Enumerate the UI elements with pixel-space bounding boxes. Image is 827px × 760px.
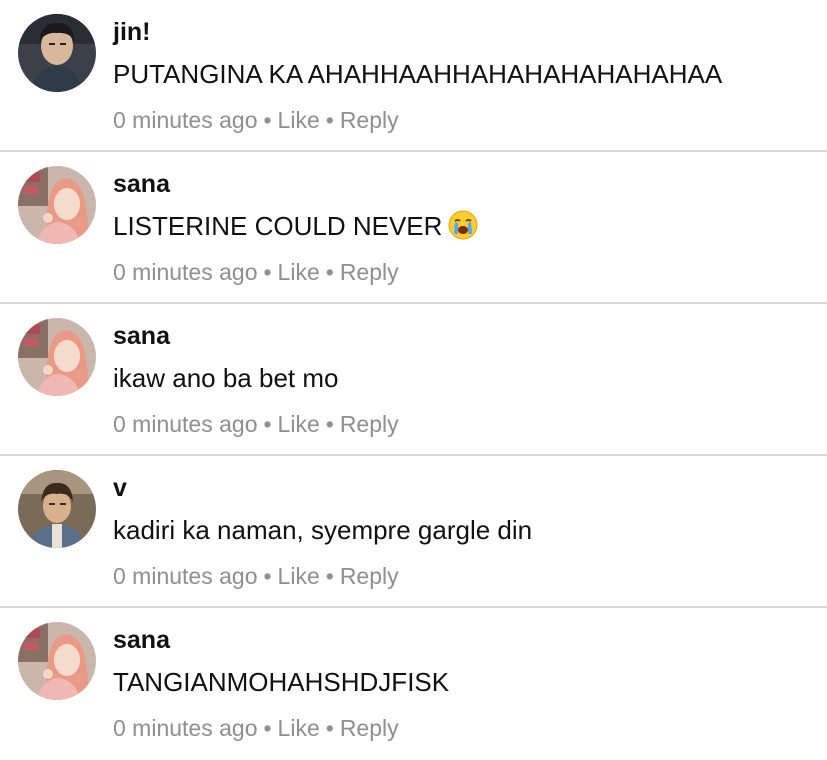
meta-separator: • <box>263 715 272 741</box>
comment-item: v kadiri ka naman, syempre gargle din 0 … <box>0 456 827 608</box>
meta-separator: • <box>263 411 272 437</box>
comment-list: jin! PUTANGINA KA AHAHHAAHHAHAHAHAHAHAHA… <box>0 0 827 760</box>
comment-text-content: LISTERINE COULD NEVER <box>113 211 443 241</box>
reply-link[interactable]: Reply <box>340 259 399 285</box>
comment-item: sana ikaw ano ba bet mo 0 minutes ago • Li… <box>0 304 827 456</box>
meta-separator: • <box>263 259 272 285</box>
reply-link[interactable]: Reply <box>340 563 399 589</box>
comment-timestamp: 0 minutes ago <box>113 107 258 133</box>
avatar-sana-image <box>18 318 96 396</box>
like-link[interactable]: Like <box>278 715 320 741</box>
comment-author[interactable]: sana <box>113 169 170 199</box>
reply-link[interactable]: Reply <box>340 411 399 437</box>
like-link[interactable]: Like <box>278 411 320 437</box>
like-link[interactable]: Like <box>278 259 320 285</box>
comment-timestamp: 0 minutes ago <box>113 259 258 285</box>
avatar-jin-image <box>18 14 96 92</box>
comment-timestamp: 0 minutes ago <box>113 715 258 741</box>
comment-text: kadiri ka naman, syempre gargle din <box>113 515 533 545</box>
meta-separator: • <box>325 107 334 133</box>
comment-meta: 0 minutes ago • Like • Reply <box>113 410 399 438</box>
comment-timestamp: 0 minutes ago <box>113 563 258 589</box>
meta-separator: • <box>325 411 334 437</box>
avatar-sana-image <box>18 622 96 700</box>
avatar[interactable] <box>18 318 96 396</box>
avatar[interactable] <box>18 166 96 244</box>
comment-author[interactable]: jin! <box>113 17 151 47</box>
like-link[interactable]: Like <box>278 107 320 133</box>
comment-author[interactable]: sana <box>113 625 170 655</box>
reply-link[interactable]: Reply <box>340 715 399 741</box>
meta-separator: • <box>325 715 334 741</box>
meta-separator: • <box>263 107 272 133</box>
comment-meta: 0 minutes ago • Like • Reply <box>113 258 399 286</box>
comment-text: TANGIANMOHAHSHDJFISK <box>113 667 450 697</box>
avatar[interactable] <box>18 622 96 700</box>
meta-separator: • <box>263 563 272 589</box>
loudly-crying-face-icon <box>448 210 478 247</box>
comment-meta: 0 minutes ago • Like • Reply <box>113 562 399 590</box>
comment-timestamp: 0 minutes ago <box>113 411 258 437</box>
avatar[interactable] <box>18 470 96 548</box>
avatar[interactable] <box>18 14 96 92</box>
comment-meta: 0 minutes ago • Like • Reply <box>113 106 399 134</box>
comment-author[interactable]: v <box>113 473 127 503</box>
comment-text: ikaw ano ba bet mo <box>113 363 339 393</box>
comment-item: jin! PUTANGINA KA AHAHHAAHHAHAHAHAHAHAHA… <box>0 0 827 152</box>
meta-separator: • <box>325 259 334 285</box>
avatar-v-image <box>18 470 96 548</box>
comment-item: sana LISTERINE COULD NEVER 0 minutes ago… <box>0 152 827 304</box>
like-link[interactable]: Like <box>278 563 320 589</box>
reply-link[interactable]: Reply <box>340 107 399 133</box>
avatar-sana-image <box>18 166 96 244</box>
comment-text: PUTANGINA KA AHAHHAAHHAHAHAHAHAHAHAA <box>113 59 723 89</box>
comment-text: LISTERINE COULD NEVER <box>113 210 478 247</box>
meta-separator: • <box>325 563 334 589</box>
comment-meta: 0 minutes ago • Like • Reply <box>113 714 399 742</box>
comment-item: sana TANGIANMOHAHSHDJFISK 0 minutes ago •… <box>0 608 827 760</box>
comment-author[interactable]: sana <box>113 321 170 351</box>
